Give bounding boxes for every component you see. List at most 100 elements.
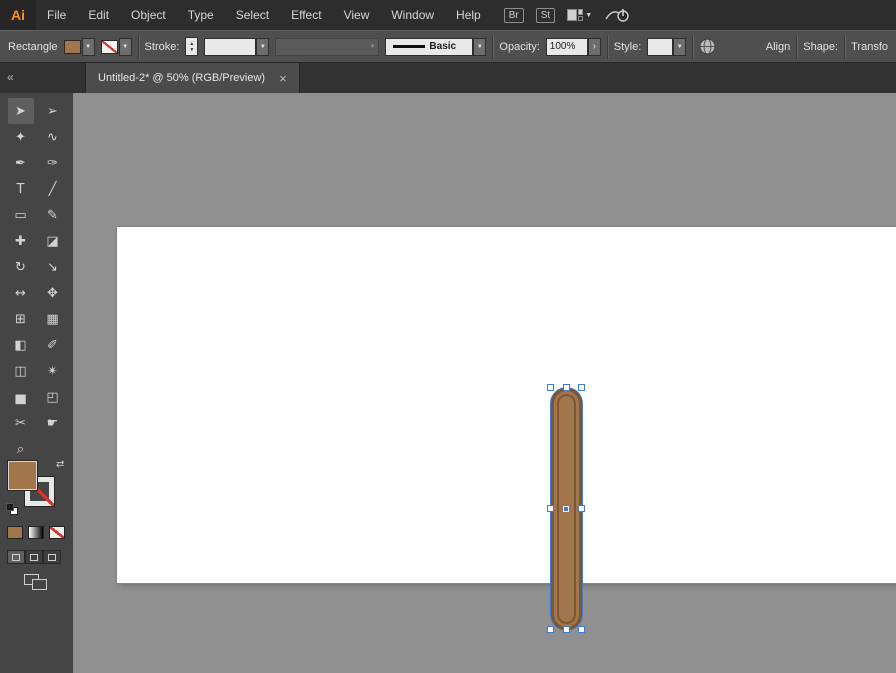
selection-handle-bottom-left[interactable] — [547, 626, 554, 633]
opacity-value[interactable]: 100% — [546, 38, 588, 56]
document-tab[interactable]: Untitled-2* @ 50% (RGB/Preview) × — [85, 63, 300, 93]
eraser-tool[interactable]: ◪ — [40, 228, 66, 254]
stroke-weight-arrow-icon[interactable]: ▼ — [256, 38, 269, 56]
gpu-performance-button[interactable] — [604, 7, 630, 23]
color-button[interactable] — [7, 526, 23, 539]
gradient-tool[interactable]: ◧ — [8, 332, 34, 358]
stroke-weight-combo[interactable]: ▼ — [204, 38, 269, 56]
transform-button[interactable]: Transfo — [851, 41, 888, 53]
opacity-label[interactable]: Opacity: — [499, 41, 539, 53]
width-profile-dropdown: ▼ — [275, 38, 379, 56]
align-button[interactable]: Align — [766, 41, 790, 53]
eyedropper-tool[interactable]: ✐ — [40, 332, 66, 358]
selection-handle-middle-left[interactable] — [547, 505, 554, 512]
rectangle-tool[interactable]: ▭ — [8, 202, 34, 228]
stroke-swatch-none[interactable] — [101, 40, 118, 54]
blend-tool[interactable]: ◫ — [8, 358, 34, 384]
draw-normal-button[interactable] — [7, 550, 25, 564]
paintbrush-tool[interactable]: ✎ — [40, 202, 66, 228]
menu-help[interactable]: Help — [445, 0, 492, 30]
selection-handle-top-right[interactable] — [578, 384, 585, 391]
fill-swatch[interactable] — [64, 40, 81, 54]
fill-color-dropdown[interactable]: ▼ — [64, 38, 95, 56]
menu-type[interactable]: Type — [177, 0, 225, 30]
style-value[interactable] — [647, 38, 673, 56]
tools-panel: ➤ ➢ ✦ ∿ ✒ ✑ T ╱ ▭ ✎ ✚ ◪ ↻ ↘ ↔ ✥ ⊞ ▦ ◧ ✐ — [0, 93, 73, 673]
type-tool[interactable]: T — [8, 176, 34, 202]
lasso-tool[interactable]: ∿ — [40, 124, 66, 150]
stroke-weight-value[interactable] — [204, 38, 256, 56]
brush-stroke-preview — [393, 45, 425, 48]
symbol-sprayer-tool[interactable]: ✴ — [40, 358, 66, 384]
pen-tool[interactable]: ✒ — [8, 150, 34, 176]
stepper-down-icon[interactable]: ▼ — [189, 47, 194, 53]
line-segment-tool[interactable]: ╱ — [40, 176, 66, 202]
control-bar: Rectangle ▼ ▼ Stroke: ▲ ▼ ▼ ▼ Basic — [0, 30, 896, 63]
artboard-tool[interactable]: ◰ — [40, 384, 66, 410]
menu-file[interactable]: File — [36, 0, 77, 30]
menu-effect[interactable]: Effect — [280, 0, 332, 30]
selection-handle-middle-right[interactable] — [578, 505, 585, 512]
brush-definition-value[interactable]: Basic — [385, 38, 473, 56]
menu-edit[interactable]: Edit — [77, 0, 120, 30]
brush-definition-combo[interactable]: Basic ▼ — [385, 38, 486, 56]
bridge-button[interactable]: Br — [504, 8, 524, 23]
fill-dropdown-arrow-icon[interactable]: ▼ — [82, 38, 95, 56]
collapse-panel-button[interactable]: « — [7, 71, 14, 83]
arrange-documents-button[interactable]: ▼ — [567, 9, 592, 21]
separator — [492, 35, 493, 59]
direct-selection-tool[interactable]: ➢ — [40, 98, 66, 124]
draw-behind-button[interactable] — [25, 550, 43, 564]
rotate-tool[interactable]: ↻ — [8, 254, 34, 280]
slice-tool[interactable]: ✂ — [8, 410, 34, 436]
stroke-color-dropdown[interactable]: ▼ — [101, 38, 132, 56]
selection-center-point[interactable] — [563, 506, 569, 512]
recolor-artwork-button[interactable] — [699, 38, 716, 55]
perspective-grid-tool[interactable]: ⊞ — [8, 306, 34, 332]
opacity-arrow-icon[interactable]: › — [588, 38, 601, 56]
menu-window[interactable]: Window — [380, 0, 445, 30]
swap-fill-stroke-icon[interactable]: ⇄ — [56, 459, 64, 470]
menu-bar: Ai File Edit Object Type Select Effect V… — [0, 0, 896, 30]
selection-handle-top-left[interactable] — [547, 384, 554, 391]
selection-handle-bottom-center[interactable] — [563, 626, 570, 633]
style-label: Style: — [614, 41, 642, 53]
none-button[interactable] — [49, 526, 65, 539]
gradient-button[interactable] — [28, 526, 44, 539]
width-tool[interactable]: ↔ — [8, 280, 34, 306]
style-arrow-icon[interactable]: ▼ — [673, 38, 686, 56]
selection-handle-bottom-right[interactable] — [578, 626, 585, 633]
tool-grid: ➤ ➢ ✦ ∿ ✒ ✑ T ╱ ▭ ✎ ✚ ◪ ↻ ↘ ↔ ✥ ⊞ ▦ ◧ ✐ — [0, 93, 73, 462]
opacity-combo[interactable]: 100% › — [546, 38, 601, 56]
stroke-dropdown-arrow-icon[interactable]: ▼ — [119, 38, 132, 56]
menu-select[interactable]: Select — [225, 0, 280, 30]
fill-indicator[interactable] — [8, 461, 37, 490]
illustrator-window: Ai File Edit Object Type Select Effect V… — [0, 0, 896, 673]
mesh-tool[interactable]: ▦ — [40, 306, 66, 332]
shape-label[interactable]: Shape: — [803, 41, 838, 53]
column-graph-tool[interactable]: ▅ — [8, 384, 34, 410]
menu-view[interactable]: View — [333, 0, 381, 30]
hand-tool[interactable]: ☛ — [40, 410, 66, 436]
selection-handle-top-center[interactable] — [563, 384, 570, 391]
style-combo[interactable]: ▼ — [647, 38, 686, 56]
stroke-weight-stepper[interactable]: ▲ ▼ — [185, 37, 198, 56]
menu-object[interactable]: Object — [120, 0, 177, 30]
magic-wand-tool[interactable]: ✦ — [8, 124, 34, 150]
stroke-weight-label[interactable]: Stroke: — [145, 41, 180, 53]
selection-tool[interactable]: ➤ — [8, 98, 34, 124]
recolor-artwork-icon — [699, 38, 716, 55]
stock-button[interactable]: St — [536, 8, 555, 23]
close-tab-button[interactable]: × — [279, 71, 287, 86]
scale-tool[interactable]: ↘ — [40, 254, 66, 280]
default-fill-stroke-icon[interactable] — [6, 503, 20, 517]
canvas[interactable] — [73, 93, 896, 673]
shape-builder-tool[interactable]: ✚ — [8, 228, 34, 254]
screen-mode-button[interactable] — [24, 574, 48, 590]
free-transform-tool[interactable]: ✥ — [40, 280, 66, 306]
brush-arrow-icon[interactable]: ▼ — [473, 38, 486, 56]
draw-inside-button[interactable] — [43, 550, 61, 564]
curvature-tool[interactable]: ✑ — [40, 150, 66, 176]
drawing-mode-buttons — [7, 550, 61, 564]
screen-mode-icon-back — [32, 579, 47, 590]
